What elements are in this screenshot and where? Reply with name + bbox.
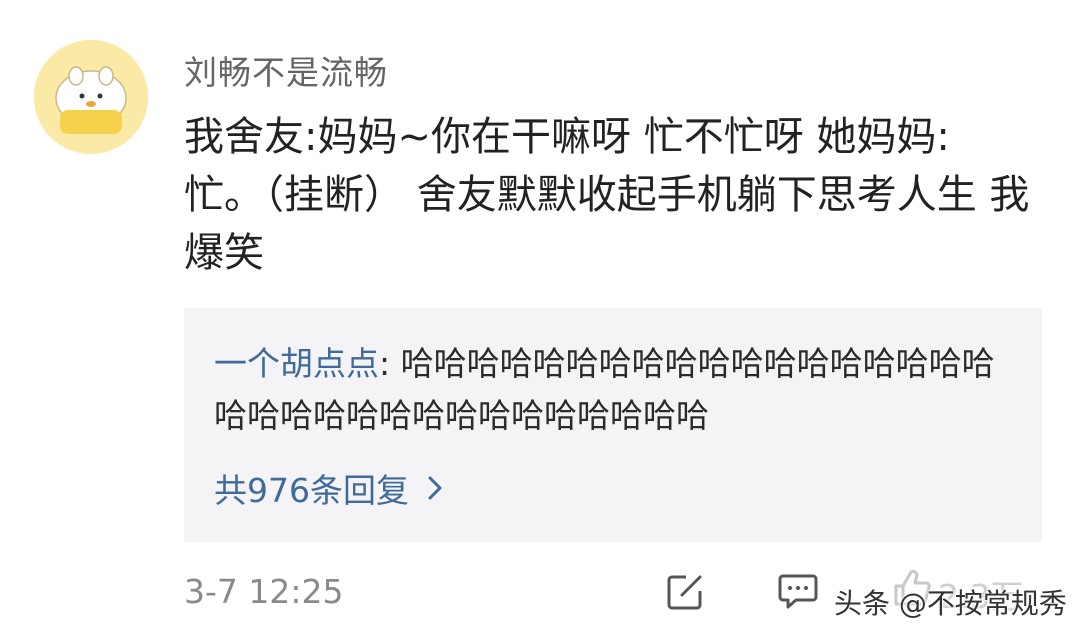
- reply-separator: :: [379, 344, 401, 383]
- comment-username[interactable]: 刘畅不是流畅: [184, 46, 388, 94]
- reply-preview-text: 一个胡点点: 哈哈哈哈哈哈哈哈哈哈哈哈哈哈哈哈哈哈哈哈哈哈哈哈哈哈哈哈哈哈哈哈哈: [214, 338, 1014, 442]
- comment-timestamp: 3-7 12:25: [184, 572, 344, 611]
- edit-icon[interactable]: [666, 573, 704, 611]
- view-replies-link[interactable]: 共976条回复: [214, 464, 443, 512]
- avatar-chick-icon: [34, 40, 148, 154]
- reply-count-label: 共976条回复: [214, 471, 409, 510]
- comment-text: 我舍友:妈妈~你在干嘛呀 忙不忙呀 她妈妈: 忙。（挂断） 舍友默默收起手机躺下…: [184, 114, 1030, 276]
- avatar[interactable]: [34, 40, 148, 154]
- reply-preview[interactable]: 一个胡点点: 哈哈哈哈哈哈哈哈哈哈哈哈哈哈哈哈哈哈哈哈哈哈哈哈哈哈哈哈哈哈哈哈哈…: [184, 308, 1042, 542]
- reply-author[interactable]: 一个胡点点: [214, 344, 379, 383]
- comment-bubble-icon[interactable]: [778, 573, 818, 611]
- watermark: 头条 @不按常规秀: [834, 587, 1067, 620]
- chevron-right-icon: [428, 476, 442, 500]
